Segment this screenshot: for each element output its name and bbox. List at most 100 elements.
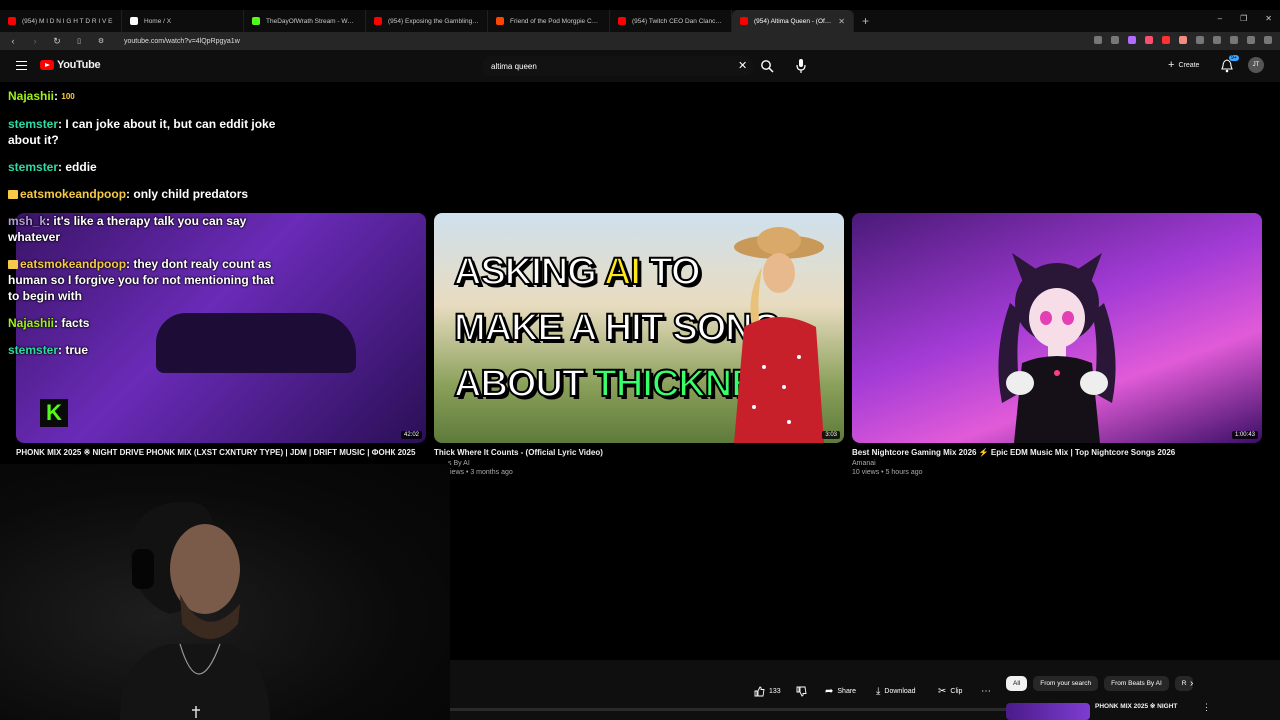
video-title[interactable]: Thick Where It Counts - (Official Lyric … <box>434 448 844 457</box>
chat-username[interactable]: eatsmokeandpoop <box>20 257 126 271</box>
crown-badge-icon <box>8 190 18 199</box>
extension-icon[interactable] <box>1111 36 1119 44</box>
minimize-button[interactable]: – <box>1218 14 1222 23</box>
download-button[interactable]: ⤓ Download <box>876 686 916 697</box>
tab-favicon-icon <box>496 17 504 25</box>
filter-chip[interactable]: From your search <box>1033 676 1099 691</box>
extension-icon[interactable] <box>1094 36 1102 44</box>
extension-icon[interactable] <box>1247 36 1255 44</box>
hundred-emote-icon: 100 <box>61 92 75 101</box>
share-button[interactable]: ➦ Share <box>825 686 856 697</box>
video-thumbnail[interactable]: ASKING AI TO MAKE A HIT SONG ABOUT THICK… <box>434 213 844 443</box>
browser-tab[interactable]: (954) Altima Queen - (Official M ✕ <box>732 10 854 32</box>
chat-username[interactable]: stemster <box>8 160 58 174</box>
browser-tab[interactable]: (954) Twitch CEO Dan Clancy Accide <box>610 10 732 32</box>
chat-text: facts <box>61 316 90 330</box>
browser-tab-strip: (954) M I D N I G H T D R I V E Home / X T… <box>0 10 1280 32</box>
chevron-right-icon[interactable]: › <box>1190 678 1193 689</box>
tab-favicon-icon <box>374 17 382 25</box>
related-video-item[interactable]: PHONK MIX 2025 ※ NIGHT ⋮ <box>1006 700 1280 720</box>
new-tab-button[interactable]: + <box>854 14 877 28</box>
related-title[interactable]: PHONK MIX 2025 ※ NIGHT <box>1095 702 1177 710</box>
chat-username[interactable]: Najashii <box>8 316 54 330</box>
crown-badge-icon <box>8 260 18 269</box>
browser-tab[interactable]: (954) M I D N I G H T D R I V E <box>0 10 122 32</box>
chat-username[interactable]: eatsmokeandpoop <box>20 187 126 201</box>
chat-message: eatsmokeandpoop: they dont realy count a… <box>8 256 288 304</box>
extension-icon[interactable] <box>1128 36 1136 44</box>
clip-label: Clip <box>950 688 963 695</box>
related-thumbnail[interactable] <box>1006 703 1090 720</box>
tab-label: Friend of the Pod Morgpie Calls Out <box>510 17 601 25</box>
video-title[interactable]: PHONK MIX 2025 ※ NIGHT DRIVE PHONK MIX (… <box>16 448 426 457</box>
download-icon: ⤓ <box>876 686 881 697</box>
anime-girl-image <box>998 253 1116 443</box>
youtube-logo[interactable]: YouTube <box>40 59 101 71</box>
chat-username[interactable]: stemster <box>8 117 58 131</box>
back-icon[interactable]: ‹ <box>8 36 18 46</box>
video-channel[interactable]: s By AI <box>448 460 844 467</box>
stream-chat: Najashii: 100 stemster: I can joke about … <box>8 88 288 369</box>
video-duration: 42:02 <box>400 431 422 439</box>
extension-icon[interactable] <box>1162 36 1170 44</box>
video-thumbnail[interactable]: 1:00:43 <box>852 213 1262 443</box>
clip-button[interactable]: ✂ Clip <box>938 686 962 697</box>
more-icon: ⋯ <box>981 686 991 697</box>
close-window-button[interactable]: ✕ <box>1265 14 1272 23</box>
video-meta: iews • 3 months ago <box>450 469 513 476</box>
dislike-button[interactable] <box>796 686 807 697</box>
browser-tab[interactable]: Friend of the Pod Morgpie Calls Out <box>488 10 610 32</box>
create-label: Create <box>1178 61 1200 69</box>
notifications-icon[interactable] <box>1221 59 1233 73</box>
video-card[interactable]: ASKING AI TO MAKE A HIT SONG ABOUT THICK… <box>434 213 844 476</box>
clear-search-icon[interactable]: ✕ <box>738 59 747 72</box>
share-icon: ➦ <box>825 686 834 697</box>
browser-tab[interactable]: (954) Exposing the Gambling Epidemic <box>366 10 488 32</box>
youtube-logo-text: YouTube <box>57 59 101 71</box>
chat-text: eddie <box>65 160 97 174</box>
bookmark-icon[interactable]: ▯ <box>74 37 84 45</box>
filter-chip[interactable]: From Beats By AI <box>1104 676 1169 691</box>
microphone-icon[interactable] <box>795 58 807 74</box>
thumb-text: ABOUT <box>453 362 586 406</box>
avatar[interactable]: JT <box>1248 57 1264 73</box>
chat-username[interactable]: msh_k <box>8 214 46 228</box>
reload-icon[interactable]: ↻ <box>52 36 62 47</box>
plus-icon: + <box>1168 59 1175 71</box>
browser-tab[interactable]: TheDayOfWrath Stream - Watch Live <box>244 10 366 32</box>
extension-icon[interactable] <box>1179 36 1187 44</box>
menu-icon[interactable] <box>1264 36 1272 44</box>
site-info-icon[interactable]: ⚙ <box>96 37 106 45</box>
tab-favicon-icon <box>130 17 138 25</box>
search-input[interactable] <box>482 56 712 77</box>
create-button[interactable]: + Create <box>1168 59 1199 71</box>
chat-message: stemster: eddie <box>8 159 288 175</box>
extension-icon[interactable] <box>1196 36 1204 44</box>
more-actions-button[interactable]: ⋯ <box>981 686 991 697</box>
video-title[interactable]: Best Nightcore Gaming Mix 2026 ⚡ Epic ED… <box>852 448 1262 457</box>
tab-label: Home / X <box>144 17 172 25</box>
like-count: 133 <box>769 688 781 695</box>
chat-username[interactable]: stemster <box>8 343 58 357</box>
video-channel[interactable]: Amanai <box>852 460 1262 467</box>
thumb-text: ASKING <box>453 250 598 294</box>
more-vertical-icon[interactable]: ⋮ <box>1202 702 1211 713</box>
tab-label: (954) Twitch CEO Dan Clancy Accide <box>632 17 723 25</box>
tab-label: (954) Exposing the Gambling Epidemic <box>388 17 479 25</box>
video-duration: 1:00:43 <box>1231 431 1258 439</box>
forward-icon[interactable]: › <box>30 36 40 46</box>
video-card[interactable]: 1:00:43 Best Nightcore Gaming Mix 2026 ⚡… <box>852 213 1262 476</box>
menu-icon[interactable] <box>16 61 27 70</box>
extension-icon[interactable] <box>1145 36 1153 44</box>
browser-tab[interactable]: Home / X <box>122 10 244 32</box>
filter-chip[interactable]: All <box>1006 676 1028 691</box>
tab-close-icon[interactable]: ✕ <box>838 17 845 26</box>
maximize-button[interactable]: ❐ <box>1240 14 1247 23</box>
extension-icon[interactable] <box>1213 36 1221 44</box>
chat-username[interactable]: Najashii <box>8 89 54 103</box>
url-text[interactable]: youtube.com/watch?v=4lQpRpgya1w <box>124 38 240 45</box>
extension-icon[interactable] <box>1230 36 1238 44</box>
like-button[interactable]: 133 <box>754 686 781 697</box>
woman-figure-image <box>734 227 824 443</box>
search-icon[interactable] <box>760 59 774 73</box>
